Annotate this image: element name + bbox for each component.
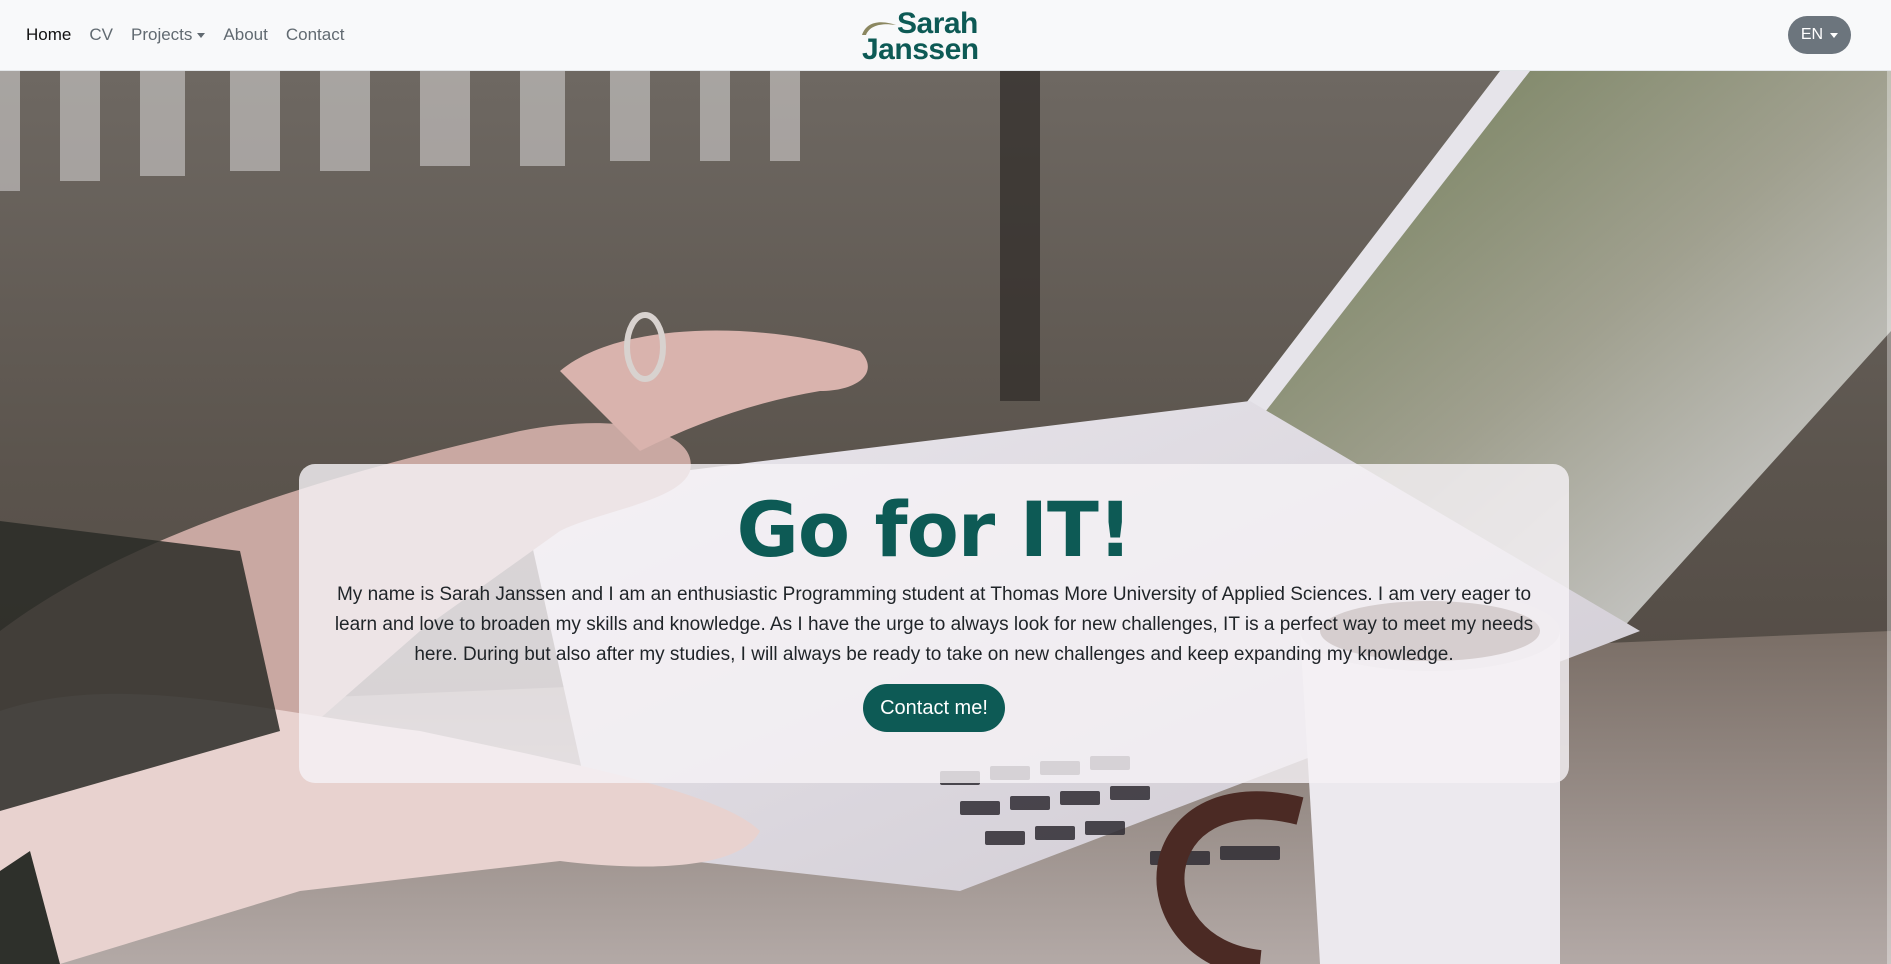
intro-card: Go for IT! My name is Sarah Janssen and …	[299, 464, 1569, 783]
hero-section: Go for IT! My name is Sarah Janssen and …	[0, 71, 1891, 964]
nav-link-cv[interactable]: CV	[80, 25, 122, 45]
nav-link-home[interactable]: Home	[26, 25, 80, 45]
chevron-down-icon	[1830, 32, 1839, 38]
scrollbar[interactable]	[1887, 71, 1891, 964]
language-label: EN	[1800, 26, 1824, 43]
hero-title: Go for IT!	[736, 485, 1132, 574]
main-nav: Home CV Projects About Contact	[26, 25, 353, 45]
language-dropdown-button[interactable]: EN	[1788, 16, 1851, 54]
nav-link-contact[interactable]: Contact	[277, 25, 354, 45]
top-navbar: Home CV Projects About Contact Sarah Jan…	[0, 0, 1891, 71]
contact-me-button[interactable]: Contact me!	[863, 684, 1005, 732]
nav-link-about[interactable]: About	[214, 25, 276, 45]
nav-link-projects-label: Projects	[130, 25, 193, 44]
brand-last-name: Janssen	[862, 33, 979, 66]
brand-logo[interactable]: Sarah Janssen	[860, 9, 990, 66]
intro-text: My name is Sarah Janssen and I am an ent…	[334, 584, 1534, 665]
nav-dropdown-projects[interactable]: Projects	[122, 25, 214, 45]
chevron-down-icon	[197, 32, 206, 38]
